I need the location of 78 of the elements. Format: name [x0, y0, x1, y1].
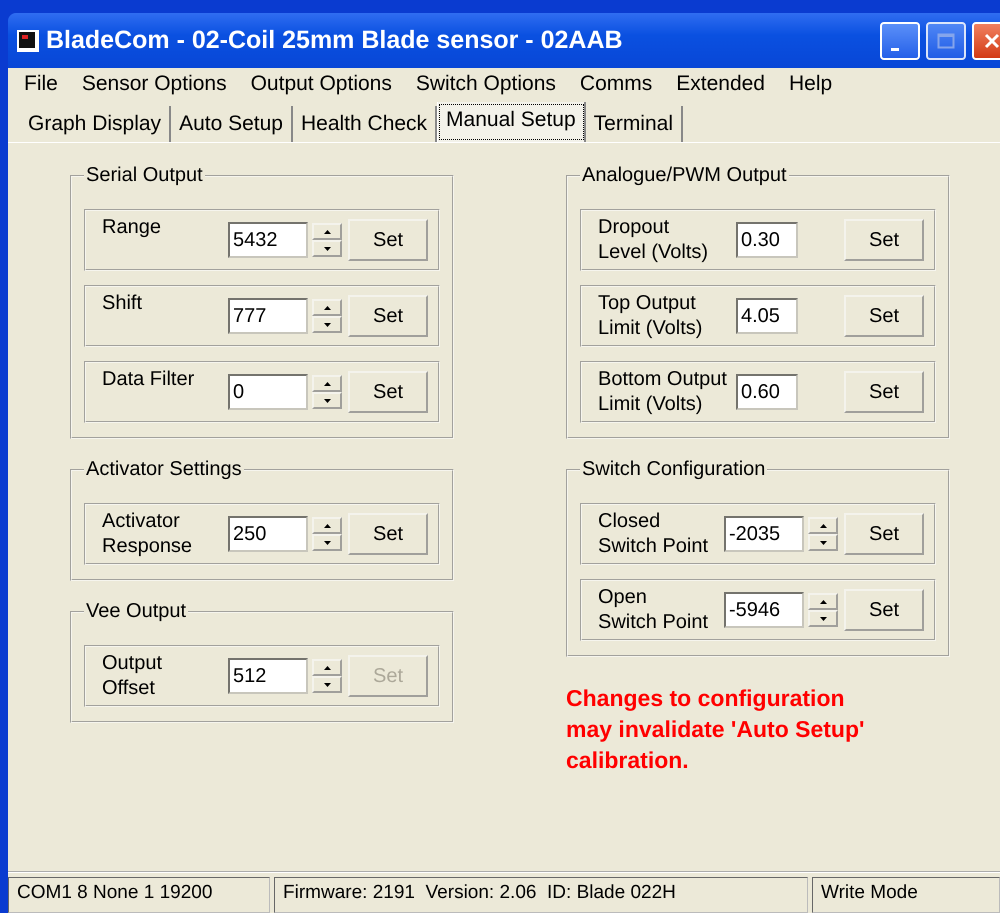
minimize-icon — [891, 48, 899, 50]
setting-label: Shift — [102, 291, 144, 316]
tab[interactable]: Graph Display — [20, 106, 172, 142]
menu-item[interactable]: File — [24, 72, 58, 96]
menu-item[interactable]: Help — [789, 72, 832, 96]
menu-item[interactable]: Output Options — [250, 72, 392, 96]
group-title: Activator Settings — [84, 458, 244, 481]
up-arrow-icon — [324, 230, 330, 234]
minimize-button[interactable] — [880, 22, 920, 60]
down-arrow-icon — [324, 682, 330, 686]
spinner[interactable] — [312, 375, 342, 409]
group-title: Serial Output — [84, 164, 205, 187]
app-icon — [16, 28, 40, 52]
up-arrow-icon — [324, 382, 330, 386]
value-field[interactable]: 5432 — [228, 222, 308, 258]
down-arrow-icon — [820, 616, 826, 620]
up-arrow-icon — [820, 600, 826, 604]
spinner[interactable] — [808, 593, 838, 627]
set-button[interactable]: Set — [844, 371, 924, 413]
value-field[interactable]: 0.30 — [736, 222, 798, 258]
set-button[interactable]: Set — [348, 219, 428, 261]
setting-label: Bottom Output Limit (Volts) — [598, 367, 728, 417]
set-button[interactable]: Set — [844, 295, 924, 337]
spinner[interactable] — [312, 659, 342, 693]
value-field[interactable]: -2035 — [724, 516, 804, 552]
value-field[interactable]: -5946 — [724, 592, 804, 628]
set-button[interactable]: Set — [844, 219, 924, 261]
value-field[interactable]: 777 — [228, 298, 308, 334]
group-title: Switch Configuration — [580, 458, 768, 481]
up-arrow-icon — [324, 306, 330, 310]
warning-text: Changes to configuration may invalidate 'Auto Setup' calibration. — [566, 684, 866, 775]
up-arrow-icon — [324, 666, 330, 670]
value-field[interactable]: 0.60 — [736, 374, 798, 410]
spinner[interactable] — [312, 299, 342, 333]
tab[interactable]: Auto Setup — [171, 106, 293, 142]
down-arrow-icon — [324, 398, 330, 402]
set-button[interactable]: Set — [348, 295, 428, 337]
set-button[interactable]: Set — [348, 513, 428, 555]
down-arrow-icon — [324, 322, 330, 326]
menu-item[interactable]: Switch Options — [416, 72, 556, 96]
tab[interactable]: Manual Setup — [437, 102, 586, 142]
value-field[interactable]: 512 — [228, 658, 308, 694]
tab[interactable]: Terminal — [586, 106, 683, 142]
up-arrow-icon — [820, 524, 826, 528]
status-pane: Firmware: 2191 Version: 2.06 ID: Blade 022H — [274, 877, 808, 913]
setting-label: Range — [102, 215, 162, 240]
set-button[interactable]: Set — [348, 371, 428, 413]
window-title: BladeCom - 02-Coil 25mm Blade sensor - 02AAB — [46, 26, 624, 55]
up-arrow-icon — [324, 524, 330, 528]
setting-label: Output Offset — [102, 651, 164, 701]
spinner[interactable] — [808, 517, 838, 551]
status-pane: Write Mode — [812, 877, 1000, 913]
group-title: Analogue/PWM Output — [580, 164, 789, 187]
status-pane: COM1 8 None 1 19200 — [8, 877, 270, 913]
setting-label: Dropout Level (Volts) — [598, 215, 710, 265]
maximize-icon — [937, 32, 955, 48]
value-field[interactable]: 0 — [228, 374, 308, 410]
group-title: Vee Output — [84, 600, 188, 623]
maximize-button[interactable] — [926, 22, 966, 60]
menu-item[interactable]: Sensor Options — [82, 72, 227, 96]
close-button[interactable] — [972, 22, 1000, 60]
spinner[interactable] — [312, 517, 342, 551]
spinner[interactable] — [312, 223, 342, 257]
down-arrow-icon — [820, 540, 826, 544]
set-button[interactable]: Set — [844, 513, 924, 555]
set-button[interactable]: Set — [844, 589, 924, 631]
value-field[interactable]: 4.05 — [736, 298, 798, 334]
setting-label: Data Filter — [102, 367, 196, 392]
down-arrow-icon — [324, 540, 330, 544]
menu-item[interactable]: Extended — [676, 72, 765, 96]
close-icon — [983, 32, 1000, 50]
menu-item[interactable]: Comms — [580, 72, 652, 96]
value-field[interactable]: 250 — [228, 516, 308, 552]
setting-label: Open Switch Point — [598, 585, 710, 635]
setting-label: Top Output Limit (Volts) — [598, 291, 704, 341]
setting-label: Activator Response — [102, 509, 194, 559]
setting-label: Closed Switch Point — [598, 509, 710, 559]
down-arrow-icon — [324, 246, 330, 250]
